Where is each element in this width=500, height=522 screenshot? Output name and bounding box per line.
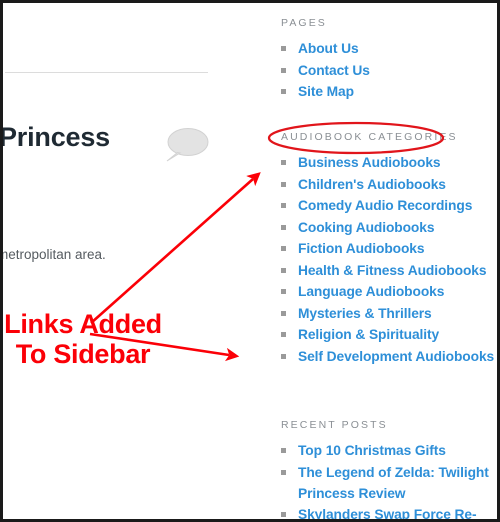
sidebar-link-language-audiobooks[interactable]: Language Audiobooks — [298, 281, 496, 302]
sidebar: PAGES About Us Contact Us Site Map AUDIO… — [269, 3, 497, 519]
list-item[interactable]: About Us — [281, 38, 496, 59]
widget-audiobook-categories: AUDIOBOOK CATEGORIES Business Audiobooks… — [281, 131, 496, 367]
list-item[interactable]: Skylanders Swap Force Re- — [281, 504, 496, 519]
bullet-square-icon — [281, 224, 286, 230]
bullet-square-icon — [281, 246, 286, 251]
list-item[interactable]: Contact Us — [281, 60, 496, 81]
bullet-square-icon — [281, 353, 286, 359]
list-item[interactable]: Comedy Audio Recordings — [281, 195, 496, 216]
bullet-square-icon — [281, 181, 286, 187]
sidebar-link-comedy-audio-recordings[interactable]: Comedy Audio Recordings — [298, 195, 496, 216]
list-item[interactable]: The Legend of Zelda: Twilight Princess R… — [281, 462, 496, 504]
list-item[interactable]: Cooking Audiobooks — [281, 217, 496, 238]
browser-page-content: Princess metropolitan area. PAGES About … — [3, 3, 497, 519]
list-item[interactable]: Religion & Spirituality — [281, 324, 496, 345]
page-title: Princess — [3, 122, 110, 152]
content-divider — [5, 72, 208, 73]
bullet-square-icon — [281, 160, 286, 165]
category-link-list: Business Audiobooks Children's Audiobook… — [281, 152, 496, 367]
widget-recent-posts: RECENT POSTS Top 10 Christmas Gifts The … — [281, 419, 496, 519]
bullet-square-icon — [281, 267, 286, 273]
list-item[interactable]: Children's Audiobooks — [281, 174, 496, 195]
bullet-square-icon — [281, 203, 286, 208]
bullet-square-icon — [281, 89, 286, 94]
sidebar-link-fiction-audiobooks[interactable]: Fiction Audiobooks — [298, 238, 496, 259]
bullet-square-icon — [281, 46, 286, 51]
bullet-square-icon — [281, 67, 286, 73]
sidebar-link-self-development-audiobooks[interactable]: Self Development Audiobooks — [298, 346, 496, 367]
list-item[interactable]: Self Development Audiobooks — [281, 346, 496, 367]
screenshot-frame: Princess metropolitan area. PAGES About … — [0, 0, 500, 522]
bullet-square-icon — [281, 332, 286, 337]
pages-link-list: About Us Contact Us Site Map — [281, 38, 496, 102]
sidebar-link-childrens-audiobooks[interactable]: Children's Audiobooks — [298, 174, 496, 195]
bullet-square-icon — [281, 469, 286, 475]
widget-pages: PAGES About Us Contact Us Site Map — [281, 17, 496, 103]
list-item[interactable]: Fiction Audiobooks — [281, 238, 496, 259]
sidebar-link-about-us[interactable]: About Us — [298, 38, 496, 59]
sidebar-link-top-10-christmas-gifts[interactable]: Top 10 Christmas Gifts — [298, 440, 496, 461]
sidebar-link-cooking-audiobooks[interactable]: Cooking Audiobooks — [298, 217, 496, 238]
post-content-column: Princess metropolitan area. — [3, 3, 265, 519]
speech-bubble-icon — [164, 127, 209, 163]
list-item[interactable]: Mysteries & Thrillers — [281, 303, 496, 324]
list-item[interactable]: Language Audiobooks — [281, 281, 496, 302]
widget-title-audiobook-categories: AUDIOBOOK CATEGORIES — [281, 131, 458, 143]
sidebar-link-mysteries-thrillers[interactable]: Mysteries & Thrillers — [298, 303, 496, 324]
bullet-square-icon — [281, 448, 286, 453]
list-item[interactable]: Business Audiobooks — [281, 152, 496, 173]
widget-title-recent-posts: RECENT POSTS — [281, 419, 388, 431]
sidebar-link-health-fitness-audiobooks[interactable]: Health & Fitness Audiobooks — [298, 260, 496, 281]
bullet-square-icon — [281, 310, 286, 316]
list-item[interactable]: Health & Fitness Audiobooks — [281, 260, 496, 281]
sidebar-link-contact-us[interactable]: Contact Us — [298, 60, 496, 81]
bullet-square-icon — [281, 512, 286, 517]
sidebar-link-zelda-twilight-princess-review[interactable]: The Legend of Zelda: Twilight Princess R… — [298, 462, 496, 504]
sidebar-link-skylanders-swap-force-review[interactable]: Skylanders Swap Force Re- — [298, 504, 496, 519]
widget-title-pages: PAGES — [281, 17, 327, 29]
sidebar-link-religion-spirituality[interactable]: Religion & Spirituality — [298, 324, 496, 345]
sidebar-link-site-map[interactable]: Site Map — [298, 81, 496, 102]
list-item[interactable]: Top 10 Christmas Gifts — [281, 440, 496, 461]
post-body-text: metropolitan area. — [3, 247, 106, 262]
recent-posts-link-list: Top 10 Christmas Gifts The Legend of Zel… — [281, 440, 496, 519]
list-item[interactable]: Site Map — [281, 81, 496, 102]
bullet-square-icon — [281, 289, 286, 294]
sidebar-link-business-audiobooks[interactable]: Business Audiobooks — [298, 152, 496, 173]
